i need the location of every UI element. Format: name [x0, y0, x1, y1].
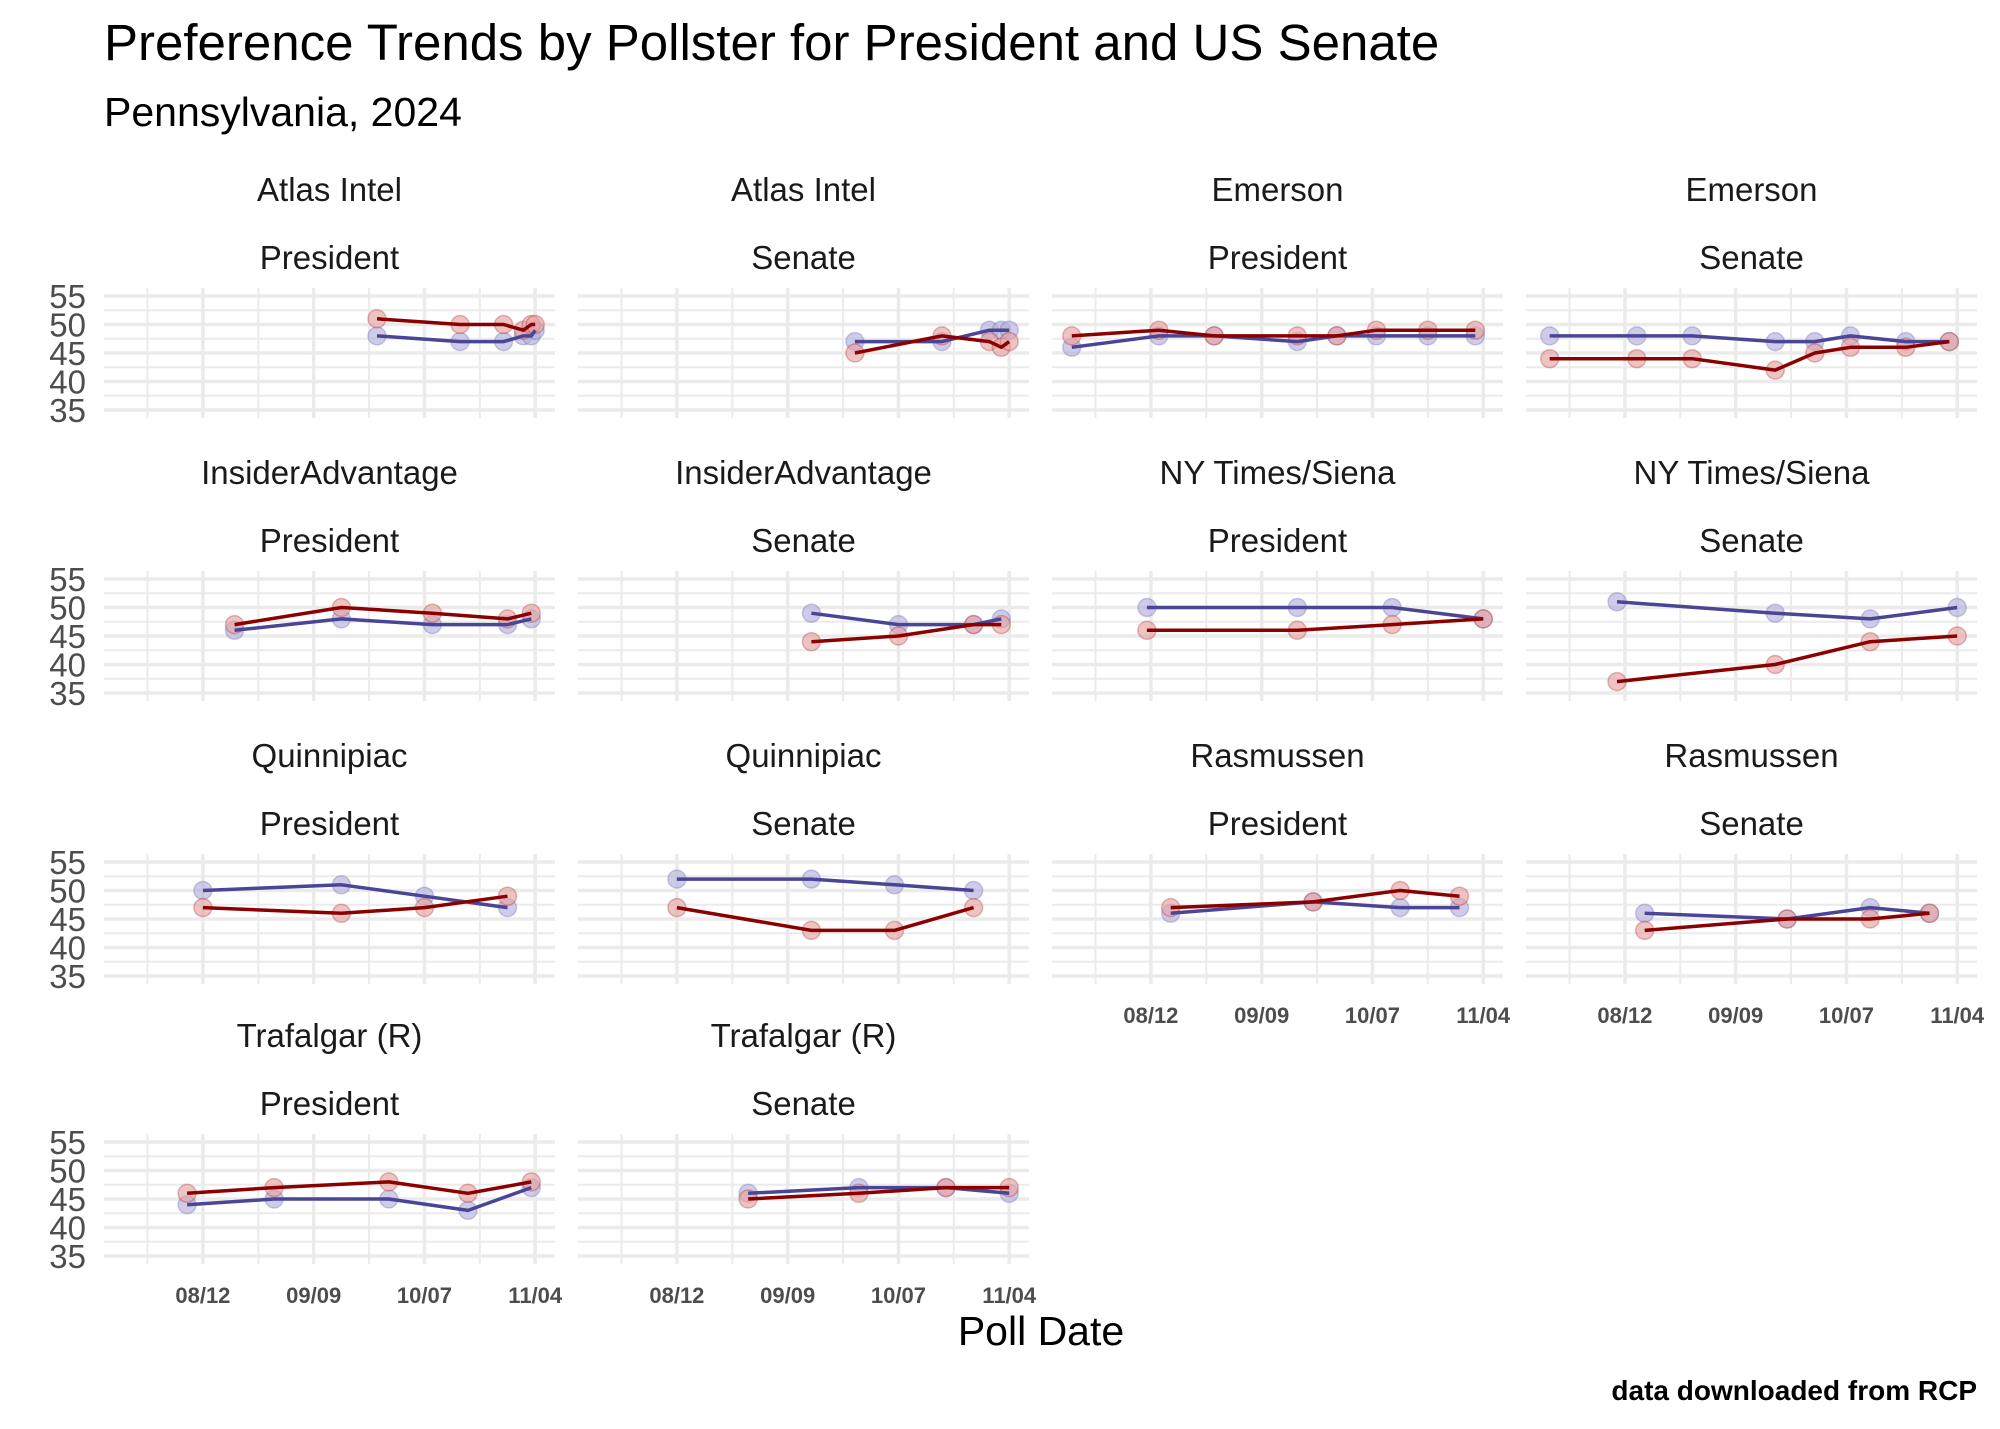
strip-pollster-label: InsiderAdvantage: [675, 454, 932, 491]
strip-pollster-label: NY Times/Siena: [1634, 454, 1871, 491]
strip-pollster-label: Atlas Intel: [731, 171, 876, 208]
series-line-democrat: [1616, 600, 1958, 621]
panel-insideradvantage-president: InsiderAdvantagePresident3540455055: [49, 454, 555, 712]
series-line-democrat: [234, 617, 532, 633]
x-tick-label: 11/04: [508, 1283, 563, 1308]
panel-insideradvantage-senate: InsiderAdvantage Senate: [578, 454, 1029, 701]
strip-pollster-label: Atlas Intel: [257, 171, 402, 208]
strip-race-label: Senate: [751, 522, 856, 559]
panel-ny-times-siena-senate: NY Times/Siena Senate: [1526, 454, 1977, 701]
y-tick-label: 55: [49, 561, 86, 598]
chart-caption: data downloaded from RCP: [1611, 1375, 1977, 1406]
strip-race-label: President: [260, 522, 399, 559]
x-tick-label: 10/07: [1345, 1003, 1400, 1028]
strip-race-label: Senate: [1699, 239, 1804, 276]
strip-pollster-label: Emerson: [1685, 171, 1817, 208]
strip-race-label: President: [1208, 522, 1347, 559]
strip-race-label: President: [260, 1085, 399, 1122]
strip-race-label: Senate: [1699, 805, 1804, 842]
series-line-republican: [1616, 634, 1958, 684]
x-tick-label: 09/09: [1708, 1003, 1763, 1028]
x-tick-label: 11/04: [1930, 1003, 1985, 1028]
chart-title: Preference Trends by Pollster for Presid…: [104, 14, 1439, 71]
panel-ny-times-siena-president: NY Times/Siena President: [1052, 454, 1503, 701]
strip-race-label: Senate: [751, 1085, 856, 1122]
panel-trafalgar-r--president: Trafalgar (R)President354045505508/12 09/…: [49, 1017, 563, 1308]
strip-pollster-label: InsiderAdvantage: [201, 454, 458, 491]
strip-race-label: President: [1208, 239, 1347, 276]
strip-race-label: President: [1208, 805, 1347, 842]
panel-trafalgar-r--senate: Trafalgar (R) Senate 08/12 09/09 10/07 11/04: [578, 1017, 1037, 1308]
panel-atlas-intel-senate: Atlas Intel Senate: [578, 171, 1029, 418]
panel-quinnipiac-president: QuinnipiacPresident3540455055: [49, 737, 555, 995]
x-tick-label: 09/09: [760, 1283, 815, 1308]
x-tick-label: 11/04: [982, 1283, 1037, 1308]
faceted-line-chart: Preference Trends by Pollster for Presid…: [49, 14, 1985, 1406]
y-tick-label: 55: [49, 278, 86, 315]
x-tick-label: 08/12: [649, 1283, 704, 1308]
x-tick-label: 08/12: [1597, 1003, 1652, 1028]
strip-pollster-label: Quinnipiac: [726, 737, 882, 774]
panel-quinnipiac-senate: Quinnipiac Senate: [578, 737, 1029, 984]
x-tick-label: 10/07: [1819, 1003, 1874, 1028]
chart-subtitle: Pennsylvania, 2024: [104, 89, 462, 135]
y-tick-label: 55: [49, 1124, 86, 1161]
x-tick-label: 09/09: [286, 1283, 341, 1308]
panel-rasmussen-senate: Rasmussen Senate 08/12 09/09 10/07 11/04: [1526, 737, 1985, 1028]
panel-emerson-president: Emerson President: [1052, 171, 1503, 418]
series-line-republican: [1146, 617, 1484, 633]
strip-pollster-label: NY Times/Siena: [1160, 454, 1397, 491]
strip-race-label: President: [260, 805, 399, 842]
strip-pollster-label: Rasmussen: [1664, 737, 1838, 774]
strip-pollster-label: Quinnipiac: [252, 737, 408, 774]
x-tick-label: 09/09: [1234, 1003, 1289, 1028]
strip-pollster-label: Trafalgar (R): [711, 1017, 897, 1054]
strip-pollster-label: Trafalgar (R): [237, 1017, 423, 1054]
panel-emerson-senate: Emerson Senate: [1526, 171, 1977, 418]
x-tick-label: 10/07: [397, 1283, 452, 1308]
facet-panels: Atlas IntelPresident3540455055Atlas Inte…: [49, 171, 1985, 1308]
x-tick-label: 08/12: [1123, 1003, 1178, 1028]
panel-atlas-intel-president: Atlas IntelPresident3540455055: [49, 171, 555, 429]
y-tick-label: 55: [49, 844, 86, 881]
strip-race-label: Senate: [751, 239, 856, 276]
x-tick-label: 11/04: [1456, 1003, 1511, 1028]
x-tick-label: 08/12: [175, 1283, 230, 1308]
strip-race-label: Senate: [751, 805, 856, 842]
panel-rasmussen-president: Rasmussen President 08/12 09/09 10/07 11/04: [1052, 737, 1511, 1028]
strip-race-label: President: [260, 239, 399, 276]
strip-pollster-label: Rasmussen: [1190, 737, 1364, 774]
strip-pollster-label: Emerson: [1211, 171, 1343, 208]
x-tick-label: 10/07: [871, 1283, 926, 1308]
series-line-republican: [1549, 339, 1950, 372]
strip-race-label: Senate: [1699, 522, 1804, 559]
x-axis-title: Poll Date: [958, 1308, 1124, 1354]
